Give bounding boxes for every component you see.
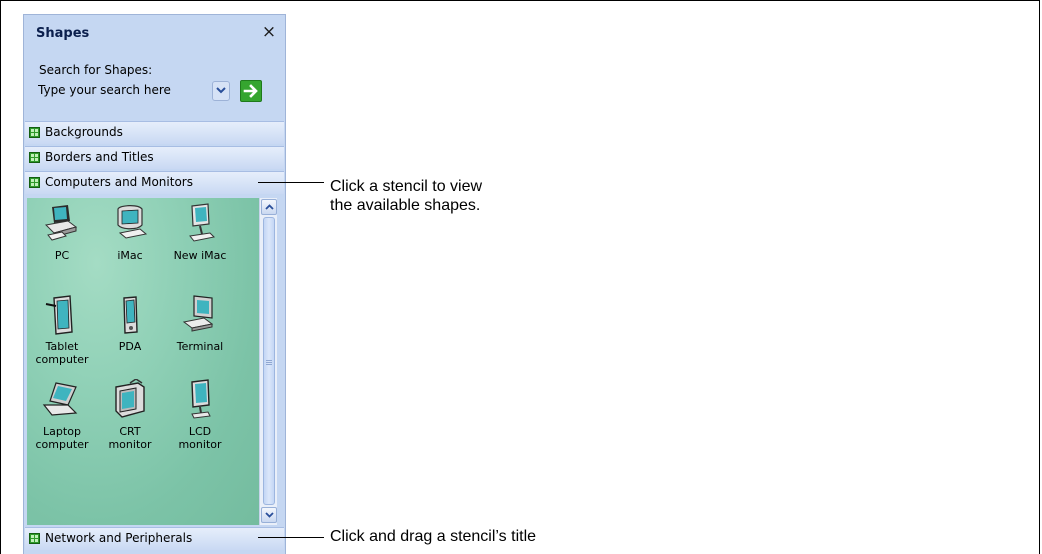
shape-label: LCD monitor bbox=[178, 425, 222, 451]
shape-tablet-computer[interactable]: Tablet computer bbox=[30, 294, 94, 366]
shape-label: Laptop computer bbox=[35, 425, 89, 451]
shape-laptop-computer[interactable]: Laptop computer bbox=[30, 379, 94, 451]
crt-monitor-icon bbox=[115, 379, 145, 418]
imac-icon bbox=[117, 205, 148, 239]
callout-text: Click and drag a stencil’s title bbox=[330, 527, 536, 546]
stencil-icon bbox=[29, 177, 40, 188]
chevron-down-icon bbox=[216, 87, 226, 94]
search-area: Search for Shapes: bbox=[24, 49, 285, 121]
stencil-backgrounds[interactable]: Backgrounds bbox=[25, 121, 284, 144]
callout-line-1: Click a stencil to view bbox=[330, 178, 483, 195]
shape-label: PDA bbox=[118, 340, 142, 353]
new-imac-icon bbox=[189, 203, 216, 242]
search-dropdown-button[interactable] bbox=[212, 81, 230, 101]
stencil-label: Borders and Titles bbox=[45, 150, 154, 164]
stencil-borders-and-titles[interactable]: Borders and Titles bbox=[25, 146, 284, 169]
shape-imac[interactable]: iMac bbox=[98, 203, 162, 262]
shape-label: iMac bbox=[117, 249, 143, 262]
shapes-scrollbar[interactable] bbox=[259, 198, 277, 525]
scroll-thumb[interactable] bbox=[263, 217, 275, 505]
shape-pc[interactable]: PC bbox=[30, 203, 94, 262]
arrow-right-icon bbox=[243, 84, 258, 98]
callout-line bbox=[258, 537, 324, 538]
scroll-down-button[interactable] bbox=[261, 507, 277, 523]
shape-new-imac[interactable]: New iMac bbox=[168, 203, 232, 262]
shape-label: CRT monitor bbox=[108, 425, 152, 451]
pda-icon bbox=[123, 296, 138, 334]
shape-label: Tablet computer bbox=[35, 340, 89, 366]
search-go-button[interactable] bbox=[240, 80, 262, 102]
shapes-pane: Shapes × Search for Shapes: Backgrounds … bbox=[23, 14, 286, 554]
laptop-icon bbox=[42, 382, 78, 416]
stencil-icon bbox=[29, 533, 40, 544]
pane-header: Shapes × bbox=[24, 15, 285, 49]
pc-icon bbox=[44, 205, 78, 241]
stencil-shapes-area: PC iMac New iMac Tablet computer PDA Ter… bbox=[27, 198, 259, 525]
grip-icon bbox=[266, 360, 272, 361]
stencil-icon bbox=[29, 127, 40, 138]
search-input[interactable] bbox=[38, 81, 206, 99]
shape-label: PC bbox=[54, 249, 70, 262]
callout-line bbox=[258, 182, 324, 183]
pane-title: Shapes bbox=[36, 26, 90, 41]
stencil-network-and-peripherals[interactable]: Network and Peripherals bbox=[25, 527, 284, 550]
shape-crt-monitor[interactable]: CRT monitor bbox=[98, 379, 162, 451]
callout-line-2: the available shapes. bbox=[330, 197, 481, 214]
close-icon[interactable]: × bbox=[261, 23, 277, 41]
tablet-icon bbox=[45, 295, 73, 335]
callout-line-1: Click and drag a stencil’s title bbox=[330, 528, 537, 545]
stencil-label: Backgrounds bbox=[45, 125, 123, 139]
chevron-up-icon bbox=[265, 204, 274, 210]
terminal-icon bbox=[182, 295, 214, 332]
shape-label: New iMac bbox=[173, 249, 227, 262]
stencil-icon bbox=[29, 152, 40, 163]
search-label: Search for Shapes: bbox=[39, 63, 153, 77]
stencil-label: Computers and Monitors bbox=[45, 175, 193, 189]
shape-lcd-monitor[interactable]: LCD monitor bbox=[168, 379, 232, 451]
scroll-up-button[interactable] bbox=[261, 199, 277, 215]
chevron-down-icon bbox=[265, 512, 274, 518]
shape-label: Terminal bbox=[176, 340, 224, 353]
stencil-computers-and-monitors[interactable]: Computers and Monitors bbox=[25, 171, 284, 194]
shape-pda[interactable]: PDA bbox=[98, 294, 162, 353]
stencil-label: Network and Peripherals bbox=[45, 531, 193, 545]
callout-text: Click a stencil to view the available sh… bbox=[330, 177, 482, 215]
shape-terminal[interactable]: Terminal bbox=[168, 294, 232, 353]
lcd-monitor-icon bbox=[191, 379, 211, 419]
